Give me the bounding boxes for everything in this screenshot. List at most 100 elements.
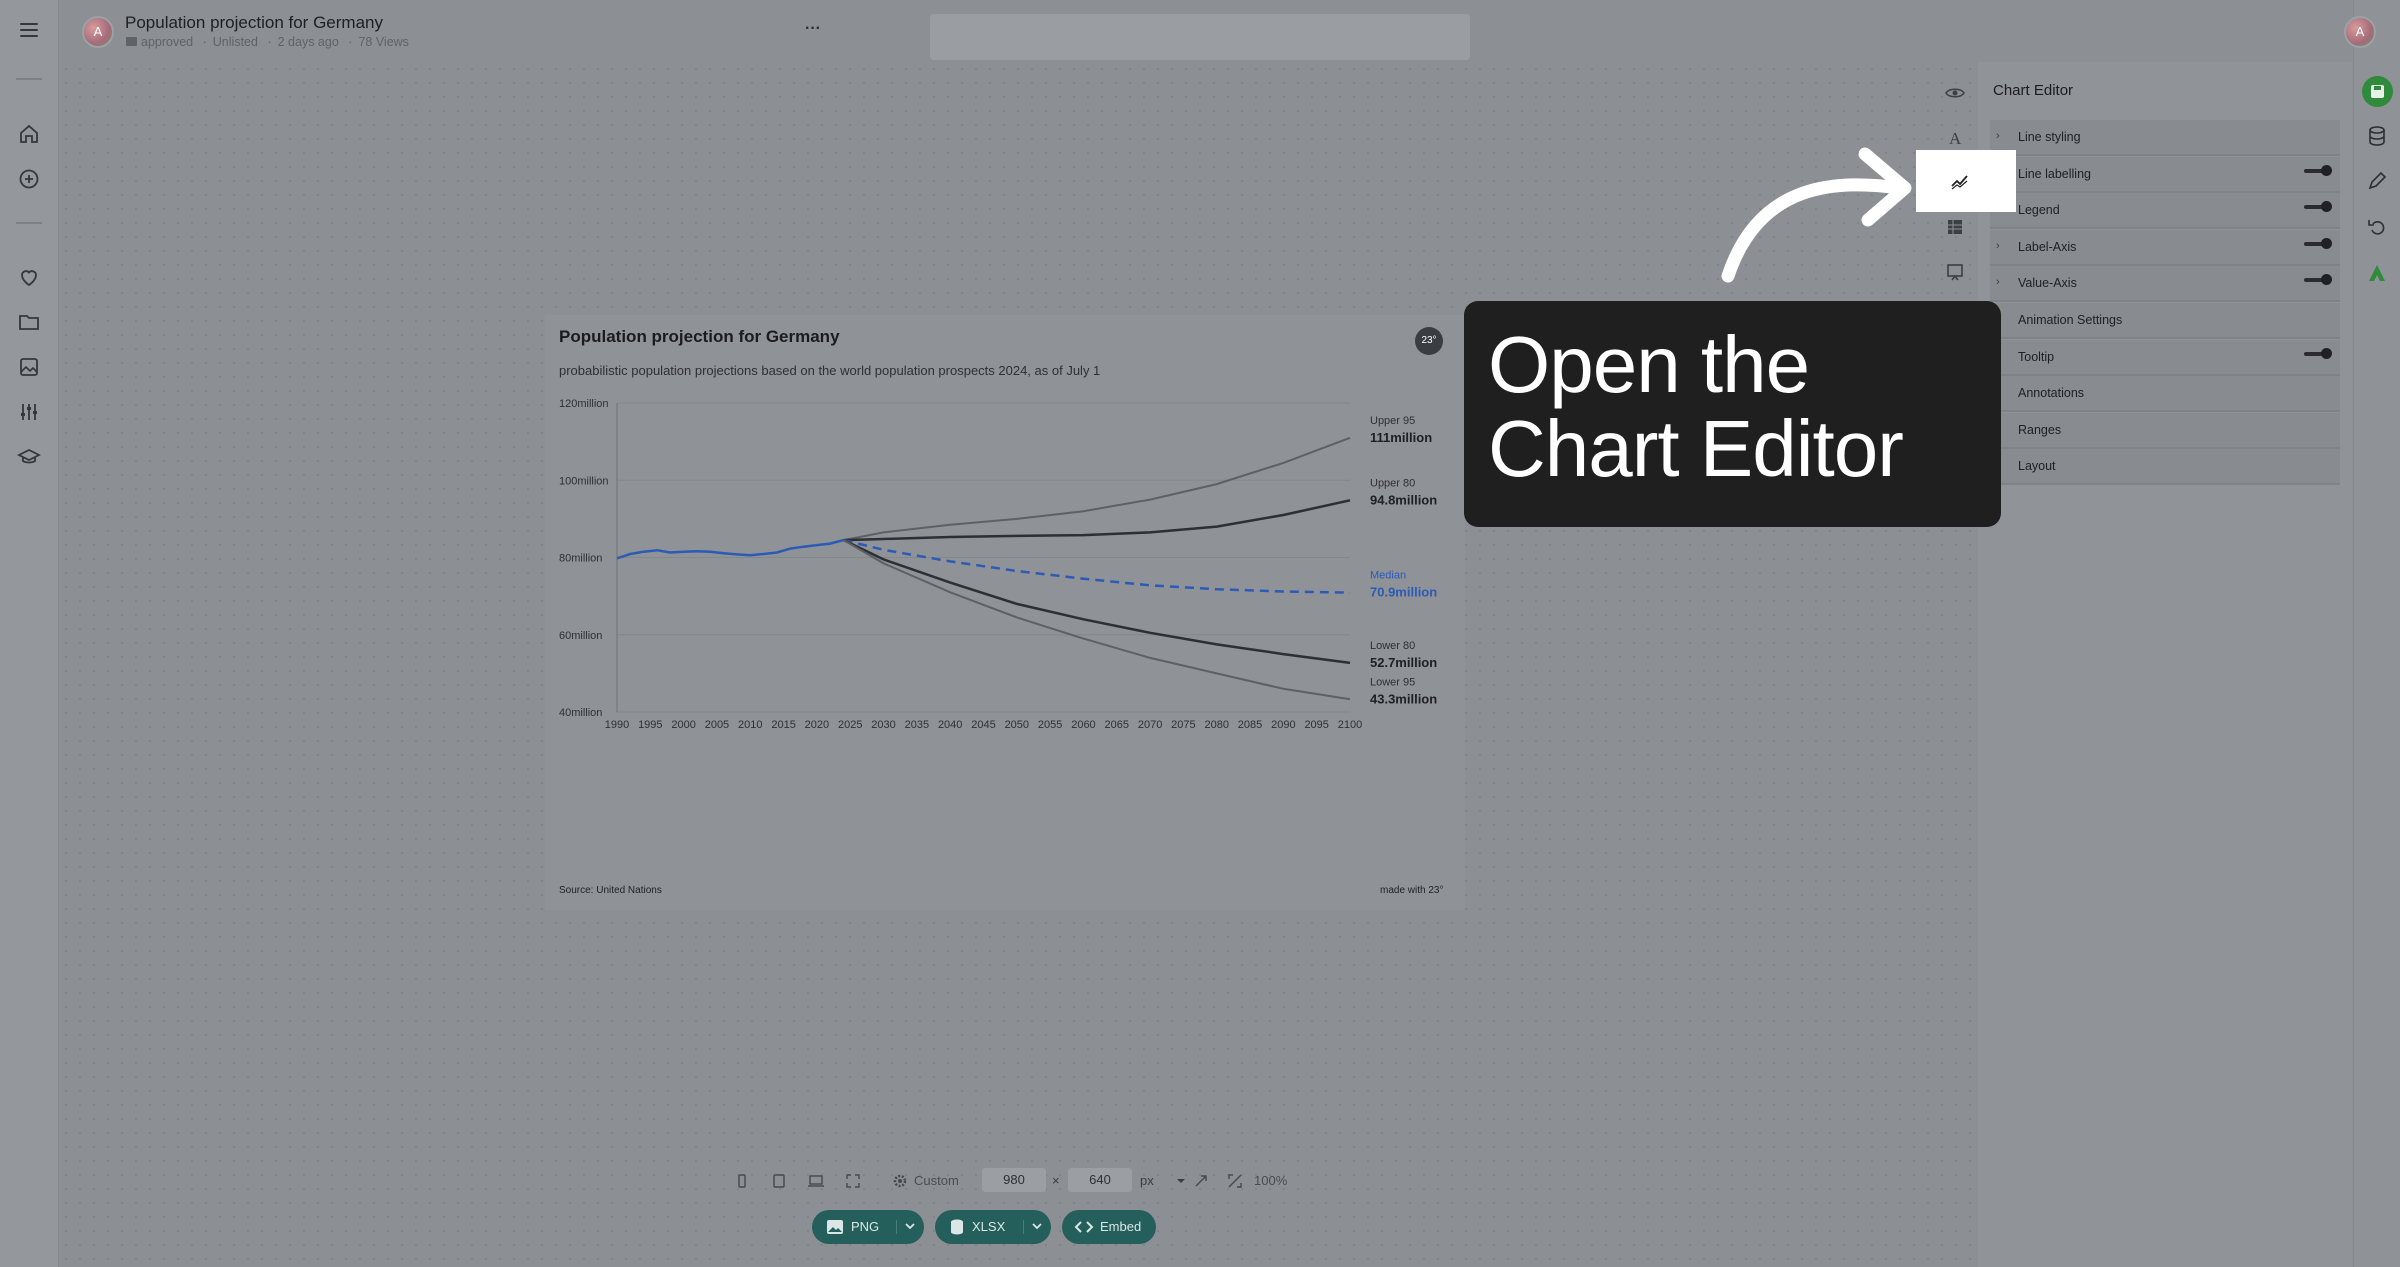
section-toggle[interactable] bbox=[2304, 347, 2332, 359]
editor-section-ranges[interactable]: ›Ranges bbox=[1990, 412, 2340, 449]
series-line-lower-80 bbox=[843, 538, 1351, 665]
editor-section-label: Value-Axis bbox=[2018, 276, 2077, 291]
page-title[interactable]: Population projection for Germany bbox=[125, 13, 383, 33]
series-line-lower-95 bbox=[843, 539, 1351, 701]
x-tick-label: 2100 bbox=[1338, 719, 1362, 731]
laptop-icon[interactable] bbox=[807, 1172, 825, 1190]
editor-section-label: Line labelling bbox=[2018, 166, 2091, 181]
editor-section-tooltip[interactable]: ›Tooltip bbox=[1990, 339, 2340, 376]
chevron-down-icon[interactable] bbox=[1172, 1172, 1190, 1190]
sliders-icon[interactable] bbox=[17, 400, 41, 424]
export-xlsx-label: XLSX bbox=[972, 1219, 1006, 1234]
editor-section-value-axis[interactable]: › Value-Axis bbox=[1990, 266, 2340, 303]
series-name-label: Median bbox=[1370, 570, 1406, 582]
y-tick-label: 100million bbox=[559, 475, 609, 487]
gear-icon[interactable] bbox=[891, 1172, 909, 1190]
embed-label: Embed bbox=[1100, 1219, 1142, 1234]
editor-section-legend[interactable]: ›Legend bbox=[1990, 193, 2340, 230]
views-label: 78 Views bbox=[358, 35, 409, 49]
editor-section-annotations[interactable]: ›Annotations bbox=[1990, 376, 2340, 413]
section-toggle[interactable] bbox=[2304, 201, 2332, 213]
y-tick-label: 60million bbox=[559, 630, 602, 642]
add-circle-icon[interactable] bbox=[17, 167, 41, 191]
save-button[interactable] bbox=[2362, 76, 2393, 107]
series-value-label: 70.9million bbox=[1370, 585, 1437, 600]
folder-icon bbox=[126, 37, 137, 46]
unit-label: px bbox=[1140, 1173, 1154, 1188]
chart-editor-panel: Chart Editor ›Line styling›Line labellin… bbox=[1978, 62, 2352, 1267]
database-icon bbox=[951, 1219, 963, 1235]
editor-section-line-styling[interactable]: › Line styling bbox=[1990, 120, 2340, 156]
editor-section-animation-settings[interactable]: ›Animation Settings bbox=[1990, 303, 2340, 339]
tablet-icon[interactable] bbox=[770, 1172, 788, 1190]
series-name-label: Upper 95 bbox=[1370, 415, 1415, 427]
folder-icon[interactable] bbox=[17, 310, 41, 334]
embed-button[interactable]: Embed bbox=[1062, 1210, 1156, 1244]
database-icon[interactable] bbox=[2366, 125, 2388, 152]
editor-section-label: Layout bbox=[2018, 459, 2056, 474]
section-toggle[interactable] bbox=[2304, 274, 2332, 286]
time-label: 2 days ago bbox=[277, 35, 339, 49]
x-tick-label: 2025 bbox=[838, 719, 862, 731]
chevron-down-icon[interactable] bbox=[904, 1222, 916, 1232]
callout-text: Open the Chart Editor bbox=[1488, 323, 1904, 491]
heart-icon[interactable] bbox=[17, 265, 41, 289]
section-toggle[interactable] bbox=[2304, 237, 2332, 249]
x-tick-label: 2030 bbox=[871, 719, 895, 731]
x-tick-label: 2015 bbox=[771, 719, 795, 731]
series-value-label: 52.7million bbox=[1370, 655, 1437, 670]
y-tick-label: 120million bbox=[559, 398, 609, 410]
zoom-icon[interactable] bbox=[1226, 1172, 1244, 1190]
chevron-down-icon[interactable] bbox=[1031, 1222, 1043, 1232]
zoom-level[interactable]: 100% bbox=[1254, 1173, 1287, 1188]
undo-icon[interactable] bbox=[2366, 215, 2388, 242]
x-tick-label: 2010 bbox=[738, 719, 762, 731]
chart-card[interactable]: Population projection for Germany probab… bbox=[545, 315, 1465, 910]
eye-icon[interactable] bbox=[1944, 82, 1966, 104]
visibility-label: Unlisted bbox=[212, 35, 258, 49]
editor-section-label: Animation Settings bbox=[2018, 313, 2123, 327]
more-options-button[interactable]: ··· bbox=[805, 20, 821, 38]
section-toggle[interactable] bbox=[2304, 164, 2332, 176]
arrow-pointer-icon bbox=[1721, 147, 1912, 283]
editor-section-label: Annotations bbox=[2018, 386, 2085, 401]
chart-owner-avatar[interactable]: A bbox=[82, 16, 114, 48]
fullscreen-icon[interactable] bbox=[844, 1172, 862, 1190]
width-input[interactable]: 980 bbox=[982, 1168, 1046, 1192]
export-png-label: PNG bbox=[851, 1219, 880, 1234]
editor-section-label: Tooltip bbox=[2018, 349, 2055, 364]
x-tick-label: 2080 bbox=[1204, 719, 1228, 731]
image-icon bbox=[827, 1220, 843, 1234]
chart-frame-icon[interactable] bbox=[1944, 261, 1966, 283]
graduation-cap-icon[interactable] bbox=[17, 445, 41, 469]
line-chart-icon[interactable] bbox=[1950, 172, 1970, 190]
export-xlsx-button[interactable]: XLSX bbox=[935, 1210, 1051, 1244]
editor-section-line-labelling[interactable]: ›Line labelling bbox=[1990, 156, 2340, 193]
mobile-icon[interactable] bbox=[733, 1172, 751, 1190]
export-png-button[interactable]: PNG bbox=[812, 1210, 924, 1244]
series-name-label: Lower 80 bbox=[1370, 640, 1415, 652]
lock-ratio-icon[interactable] bbox=[1192, 1172, 1210, 1190]
chevron-right-icon: › bbox=[1996, 130, 2000, 142]
user-avatar[interactable]: A bbox=[2344, 16, 2376, 48]
y-tick-label: 80million bbox=[559, 553, 602, 565]
x-tick-label: 2085 bbox=[1238, 719, 1262, 731]
far-right-toolbar bbox=[2353, 0, 2400, 1267]
editor-section-layout[interactable]: ›Layout bbox=[1990, 449, 2340, 486]
brand-icon[interactable] bbox=[2366, 262, 2388, 289]
left-sidebar bbox=[0, 0, 59, 1267]
chart-source: Source: United Nations bbox=[559, 885, 662, 896]
height-input[interactable]: 640 bbox=[1068, 1168, 1132, 1192]
text-icon[interactable]: A bbox=[1944, 127, 1966, 149]
editor-section-label-axis[interactable]: › Label-Axis bbox=[1990, 229, 2340, 266]
size-preset-label[interactable]: Custom bbox=[914, 1173, 959, 1188]
menu-icon[interactable] bbox=[17, 18, 41, 42]
chart-meta: approved · Unlisted · 2 days ago · 78 Views bbox=[126, 35, 409, 49]
code-icon bbox=[1074, 1221, 1094, 1233]
home-icon[interactable] bbox=[17, 122, 41, 146]
table-icon[interactable] bbox=[1944, 216, 1966, 238]
x-tick-label: 2045 bbox=[971, 719, 995, 731]
series-line-upper-80 bbox=[843, 499, 1351, 542]
image-icon[interactable] bbox=[17, 355, 41, 379]
pencil-icon[interactable] bbox=[2366, 170, 2388, 197]
